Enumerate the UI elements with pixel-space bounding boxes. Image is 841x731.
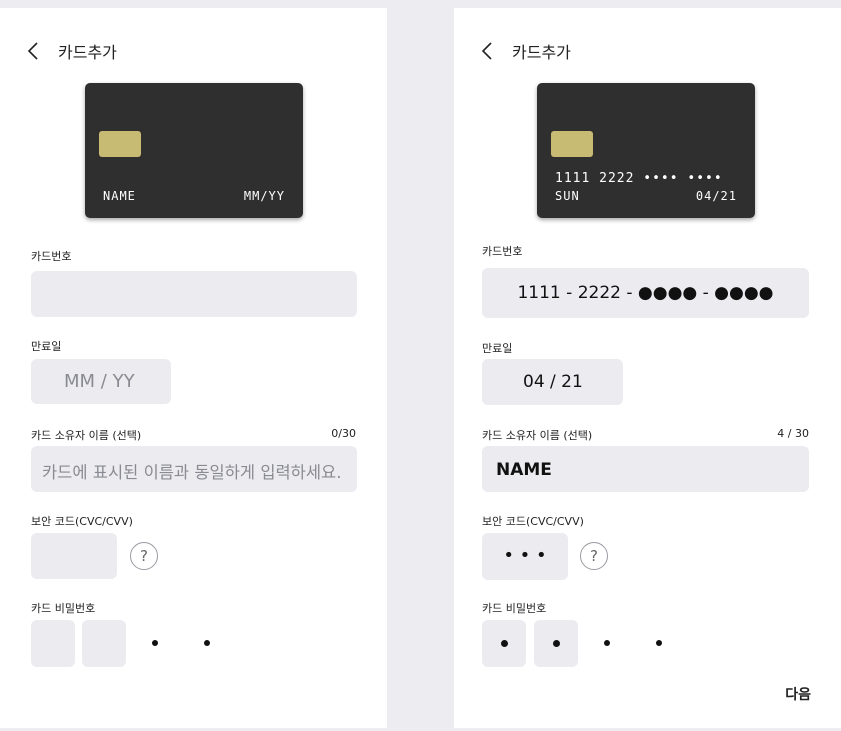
card-add-screen-empty: 카드추가 NAME MM/YY 카드번호 만료일 MM / YY 카드 소유자 … — [0, 8, 387, 728]
header: 카드추가 — [22, 38, 117, 64]
password-digit-2[interactable] — [82, 620, 126, 667]
card-add-screen-filled: 카드추가 1111 2222 •••• •••• SUN 04/21 카드번호 … — [454, 8, 841, 728]
owner-counter: 0/30 — [331, 427, 356, 440]
owner-counter: 4 / 30 — [777, 427, 809, 440]
card-number-label: 카드번호 — [482, 245, 523, 258]
owner-label: 카드 소유자 이름 (선택) — [31, 429, 142, 442]
card-expiry: MM/YY — [243, 189, 285, 203]
password-digit-1[interactable] — [482, 620, 526, 667]
password-digit-1[interactable] — [31, 620, 75, 667]
expiry-placeholder: MM / YY — [64, 371, 135, 392]
question-icon: ? — [590, 547, 598, 565]
card-preview: NAME MM/YY — [85, 83, 303, 218]
cvc-help-button[interactable]: ? — [130, 542, 158, 570]
password-mask-dot — [604, 640, 610, 646]
page-title: 카드추가 — [512, 43, 571, 62]
cvc-label: 보안 코드(CVC/CVV) — [482, 515, 584, 528]
chevron-left-icon — [27, 42, 38, 60]
card-number-value: 1111 - 2222 - ●●●● - ●●●● — [517, 283, 774, 303]
card-number-display: 1111 2222 •••• •••• — [555, 171, 723, 186]
header: 카드추가 — [476, 38, 571, 64]
card-expiry: 04/21 — [695, 189, 737, 203]
chevron-left-icon — [481, 42, 492, 60]
cvc-input[interactable]: • • • — [482, 533, 568, 580]
card-chip — [99, 131, 141, 157]
password-mask-dot — [152, 640, 158, 646]
card-name: SUN — [555, 189, 580, 203]
card-name: NAME — [103, 189, 136, 203]
password-label: 카드 비밀번호 — [31, 602, 96, 615]
password-label: 카드 비밀번호 — [482, 602, 547, 615]
expiry-label: 만료일 — [482, 342, 513, 355]
card-chip — [551, 131, 593, 157]
owner-label: 카드 소유자 이름 (선택) — [482, 429, 593, 442]
expiry-input[interactable]: 04 / 21 — [482, 359, 623, 405]
password-digit-2[interactable] — [534, 620, 578, 667]
next-button[interactable]: 다음 — [785, 684, 811, 704]
expiry-value: 04 / 21 — [523, 372, 583, 392]
expiry-input[interactable]: MM / YY — [31, 359, 171, 404]
page-title: 카드추가 — [58, 43, 117, 62]
question-icon: ? — [140, 547, 148, 565]
cvc-input[interactable] — [31, 533, 117, 579]
card-number-label: 카드번호 — [31, 250, 72, 263]
card-number-input[interactable] — [31, 271, 357, 317]
card-number-input[interactable]: 1111 - 2222 - ●●●● - ●●●● — [482, 268, 809, 318]
owner-name-input[interactable]: NAME — [482, 446, 809, 492]
cvc-label: 보안 코드(CVC/CVV) — [31, 515, 133, 528]
password-mask-dot — [204, 640, 210, 646]
expiry-label: 만료일 — [31, 340, 62, 353]
password-filled-dot — [553, 640, 560, 647]
owner-value: NAME — [496, 460, 552, 480]
password-filled-dot — [501, 640, 508, 647]
cvc-masked-value: • • • — [503, 545, 547, 566]
owner-placeholder: 카드에 표시된 이름과 동일하게 입력하세요. — [42, 463, 342, 482]
cvc-help-button[interactable]: ? — [580, 542, 608, 570]
owner-name-input[interactable]: 카드에 표시된 이름과 동일하게 입력하세요. — [31, 446, 357, 492]
card-preview: 1111 2222 •••• •••• SUN 04/21 — [537, 83, 755, 218]
back-button[interactable] — [476, 40, 498, 62]
password-mask-dot — [656, 640, 662, 646]
back-button[interactable] — [22, 40, 44, 62]
